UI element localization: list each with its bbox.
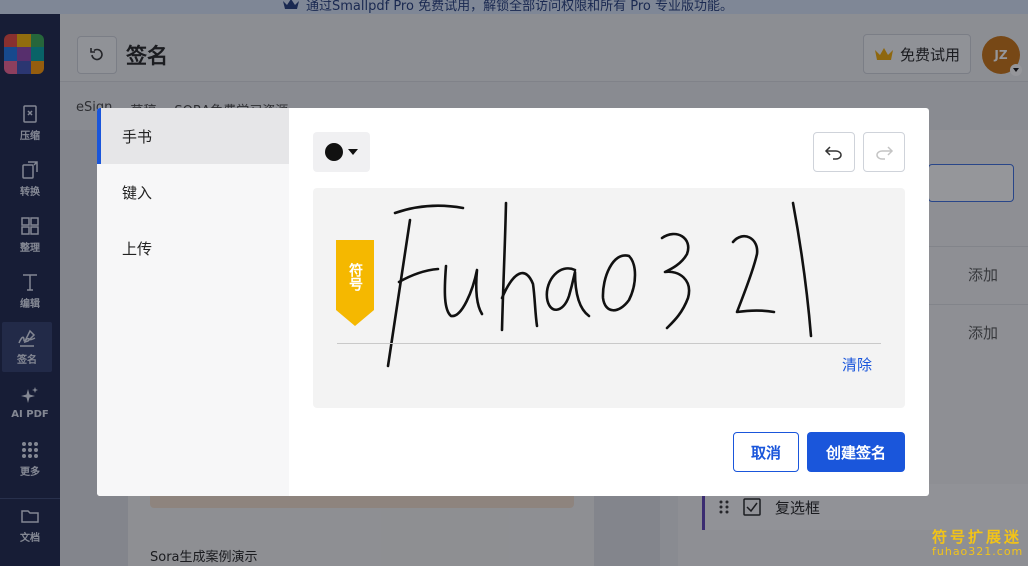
undo-stroke-button[interactable] [813, 132, 855, 172]
pen-color-picker[interactable] [313, 132, 370, 172]
watermark-title: 符号扩展迷 [932, 528, 1023, 546]
redo-icon [876, 146, 894, 160]
tab-upload[interactable]: 上传 [97, 220, 289, 276]
chevron-down-icon [348, 149, 358, 155]
clear-signature-button[interactable]: 清除 [842, 354, 872, 375]
tab-type[interactable]: 键入 [97, 164, 289, 220]
signature-baseline [337, 343, 881, 344]
signature-drawing-pad[interactable]: 符号 清除 [313, 188, 905, 408]
signature-stroke [386, 201, 813, 368]
create-signature-button[interactable]: 创建签名 [807, 432, 905, 472]
tab-draw[interactable]: 手书 [97, 108, 289, 164]
create-signature-dialog: 手书 键入 上传 符号 清除 取消 创建签名 [97, 108, 929, 496]
undo-icon [824, 146, 842, 160]
color-swatch [325, 143, 343, 161]
cancel-button[interactable]: 取消 [733, 432, 799, 472]
redo-stroke-button[interactable] [863, 132, 905, 172]
signature-mode-tabs: 手书 键入 上传 [97, 108, 289, 496]
watermark-url: fuhao321.com [932, 545, 1024, 558]
